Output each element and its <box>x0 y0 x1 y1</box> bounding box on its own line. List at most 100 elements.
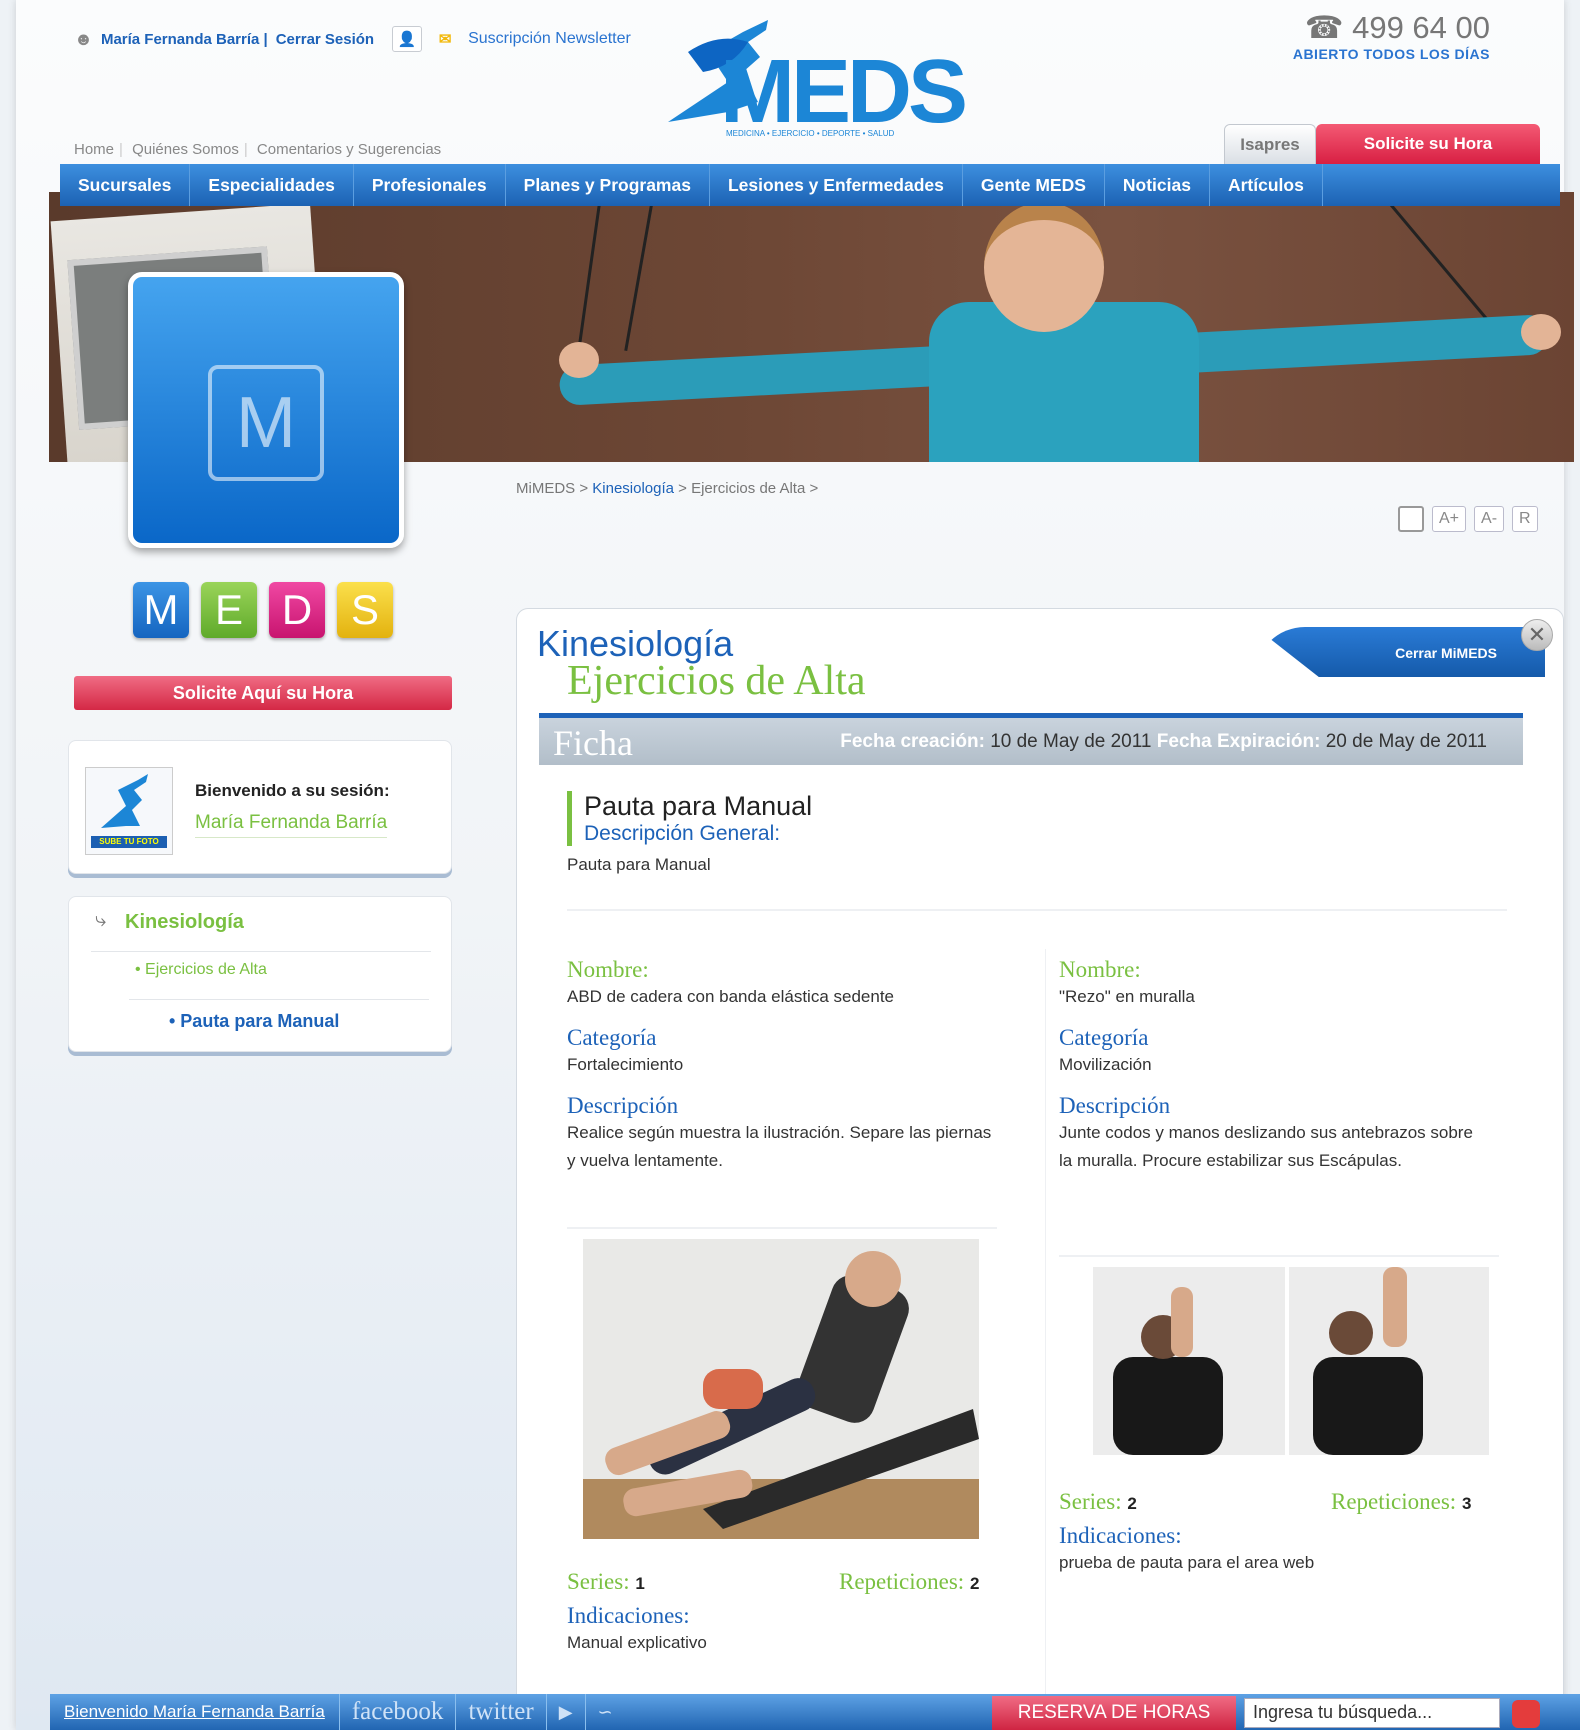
categoria-value: Fortalecimiento <box>567 1055 684 1074</box>
home-link[interactable]: Home <box>74 141 114 158</box>
rss-icon[interactable]: ∽ <box>586 1694 625 1730</box>
user-icon: ☻ <box>74 28 93 49</box>
mimeds-tile: M <box>128 272 404 548</box>
welcome-name[interactable]: María Fernanda Barría <box>195 812 388 838</box>
repeticiones-value: 2 <box>969 1574 980 1593</box>
newsletter-link[interactable]: Suscripción Newsletter <box>468 30 631 48</box>
expires-label: Fecha Expiración: <box>1156 731 1321 752</box>
nombre-label: Nombre: <box>1059 957 1141 982</box>
pauta-desc-label: Descripción General: <box>584 822 781 845</box>
meds-logo[interactable]: MEDS MEDICINA • EJERCICIO • DEPORTE • SA… <box>648 12 1008 144</box>
nav-lesiones[interactable]: Lesiones y Enfermedades <box>710 164 963 206</box>
logout-link[interactable]: Cerrar Sesión <box>276 31 374 48</box>
series-value: 1 <box>635 1574 645 1593</box>
pauta-header: Pauta para Manual Descripción General: <box>567 791 812 846</box>
upload-photo[interactable]: SUBE TU FOTO <box>85 767 173 855</box>
close-toolbar-icon[interactable] <box>1512 1700 1540 1728</box>
breadcrumb-home[interactable]: MiMEDS > <box>516 480 592 497</box>
content-panel: Kinesiología Ejercicios de Alta Cerrar M… <box>516 608 1564 1719</box>
breadcrumb-current: > Ejercicios de Alta > <box>674 480 819 497</box>
nombre-label: Nombre: <box>567 957 649 982</box>
runner-icon <box>101 774 148 828</box>
profile-icon[interactable]: 👤 <box>392 26 423 52</box>
breadcrumb-kinesiologia[interactable]: Kinesiología <box>592 480 674 497</box>
ficha-header: Ficha Fecha creación: 10 de May de 2011 … <box>539 713 1523 765</box>
nav-articulos[interactable]: Artículos <box>1210 164 1323 206</box>
descripcion-value: Realice según muestra la ilustración. Se… <box>567 1123 992 1170</box>
bottom-welcome-link[interactable]: Bienvenido María Fernanda Barría <box>50 1694 340 1730</box>
repeticiones-block: Repeticiones: 2 <box>839 1569 980 1594</box>
series-block: Series: 2 <box>1059 1489 1137 1514</box>
user-name-link[interactable]: María Fernanda Barría | <box>101 31 268 48</box>
welcome-label: Bienvenido a su sesión: <box>195 781 390 800</box>
indicaciones-value: prueba de pauta para el area web <box>1059 1553 1315 1572</box>
save-icon[interactable] <box>1398 506 1424 532</box>
indicaciones-block: Indicaciones: Manual explicativo <box>567 1603 997 1657</box>
series-value: 2 <box>1127 1494 1137 1513</box>
exercise-card: Nombre: ABD de cadera con banda elástica… <box>567 957 997 1175</box>
photo-label: SUBE TU FOTO <box>91 836 167 848</box>
sidebar-tree: ⤷ Kinesiología • Ejercicios de Alta • Pa… <box>68 896 452 1052</box>
letter-d: D <box>269 582 325 638</box>
quienes-somos-link[interactable]: Quiénes Somos <box>132 141 239 158</box>
expires-date: 20 de May de 2011 <box>1325 731 1487 752</box>
indicaciones-label: Indicaciones: <box>567 1603 690 1628</box>
solicite-hora-tab[interactable]: Solicite su Hora <box>1316 124 1540 164</box>
welcome-box: SUBE TU FOTO Bienvenido a su sesión: Mar… <box>68 740 452 874</box>
repeticiones-block: Repeticiones: 3 <box>1331 1489 1472 1514</box>
exercise-card: Nombre: "Rezo" en muralla Categoría Movi… <box>1059 957 1489 1175</box>
comentarios-link[interactable]: Comentarios y Sugerencias <box>257 141 441 158</box>
youtube-icon[interactable]: ▶ <box>547 1694 586 1730</box>
font-increase-button[interactable]: A+ <box>1432 506 1467 532</box>
twitter-link[interactable]: twitter <box>456 1694 547 1730</box>
repeticiones-value: 3 <box>1461 1494 1472 1513</box>
tree-ejercicios-alta[interactable]: • Ejercicios de Alta <box>135 961 267 979</box>
phone-block: ☎ 499 64 00 ABIERTO TODOS LOS DÍAS <box>1293 10 1490 62</box>
created-label: Fecha creación: <box>840 731 985 752</box>
pauta-title: Pauta para Manual <box>584 791 813 821</box>
indicaciones-label: Indicaciones: <box>1059 1523 1182 1548</box>
mail-icon[interactable]: ✉ <box>430 26 460 52</box>
descripcion-label: Descripción <box>567 1093 679 1118</box>
exercise-photo[interactable] <box>1093 1267 1489 1455</box>
font-reset-button[interactable]: R <box>1512 506 1538 532</box>
series-block: Series: 1 <box>567 1569 645 1594</box>
letter-m: M <box>133 582 189 638</box>
letter-e: E <box>201 582 257 638</box>
ficha-label: Ficha <box>553 723 633 763</box>
main-nav: Sucursales Especialidades Profesionales … <box>60 164 1560 206</box>
nav-especialidades[interactable]: Especialidades <box>190 164 354 206</box>
nav-noticias[interactable]: Noticias <box>1105 164 1210 206</box>
solicite-aqui-button[interactable]: Solicite Aquí su Hora <box>74 676 452 710</box>
nombre-value: "Rezo" en muralla <box>1059 987 1195 1006</box>
facebook-link[interactable]: facebook <box>340 1694 457 1730</box>
phone-number: ☎ 499 64 00 <box>1304 10 1490 45</box>
nav-profesionales[interactable]: Profesionales <box>354 164 506 206</box>
nav-sucursales[interactable]: Sucursales <box>60 164 191 206</box>
close-mimeds-label: Cerrar MiMEDS <box>1395 645 1497 661</box>
tree-branch-icon: ⤷ <box>95 909 107 931</box>
letter-s: S <box>337 582 393 638</box>
tree-pauta-manual[interactable]: • Pauta para Manual <box>169 1011 339 1032</box>
page: ☻ María Fernanda Barría | Cerrar Sesión … <box>16 0 1580 1730</box>
panel-subtitle: Ejercicios de Alta <box>567 658 866 704</box>
close-mimeds-tab[interactable]: Cerrar MiMEDS <box>1255 627 1545 677</box>
exercise-photo[interactable] <box>583 1239 979 1539</box>
nav-gente-meds[interactable]: Gente MEDS <box>963 164 1105 206</box>
categoria-value: Movilización <box>1059 1055 1152 1074</box>
tree-kinesiologia[interactable]: Kinesiología <box>125 911 244 934</box>
categoria-label: Categoría <box>567 1025 657 1050</box>
reserva-horas-button[interactable]: RESERVA DE HORAS <box>992 1696 1236 1730</box>
created-date: 10 de May de 2011 <box>990 731 1152 752</box>
indicaciones-block: Indicaciones: prueba de pauta para el ar… <box>1059 1523 1489 1577</box>
search-input[interactable]: Ingresa tu búsqueda... <box>1244 1698 1500 1728</box>
close-icon[interactable]: ✕ <box>1521 619 1553 651</box>
meds-letters: M E D S <box>133 582 393 638</box>
logo-text: MEDS <box>720 42 965 142</box>
nav-planes[interactable]: Planes y Programas <box>506 164 710 206</box>
hours-text: ABIERTO TODOS LOS DÍAS <box>1292 46 1490 62</box>
isapres-tab[interactable]: Isapres <box>1224 124 1316 164</box>
font-decrease-button[interactable]: A- <box>1474 506 1505 532</box>
pauta-desc: Pauta para Manual <box>567 855 711 874</box>
logo-tagline: MEDICINA • EJERCICIO • DEPORTE • SALUD <box>726 129 895 138</box>
